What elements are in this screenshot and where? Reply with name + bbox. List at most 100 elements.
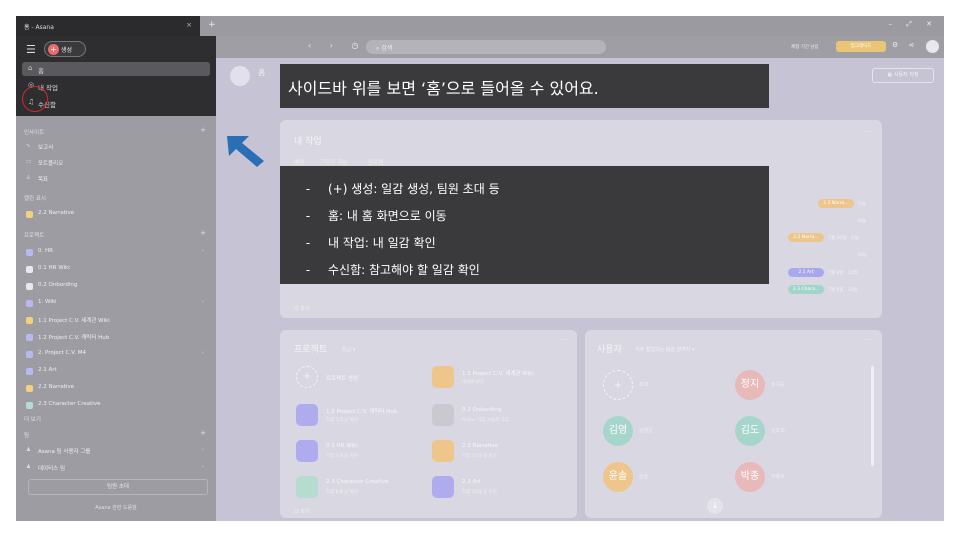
sidebar-item-my-tasks[interactable]: ◎ 내 작업: [22, 79, 210, 93]
create-project-button[interactable]: + 프로젝트 생성: [296, 366, 436, 392]
project-name: 1.2 Project C.V. 캐릭터 Hub: [326, 409, 398, 415]
sidebar-item-label: Asana 팀 사용자 그룹: [38, 449, 91, 455]
window-controls[interactable]: – ⤢ ✕: [889, 20, 938, 29]
chevron-right-icon[interactable]: ›: [202, 248, 204, 254]
chevron-right-icon[interactable]: ›: [202, 350, 204, 356]
folder-icon: [26, 249, 33, 256]
users-filter[interactable]: 자주 협업하는 팀원 참여자 ▾: [635, 346, 694, 353]
sidebar-item-portfolio[interactable]: ▭ 포트폴리오: [26, 159, 206, 169]
sidebar-item-inbox[interactable]: ♫ 수신함: [22, 96, 210, 110]
user-item[interactable]: 김영 김영준: [603, 416, 703, 446]
sidebar-project-item[interactable]: 0. HR ›: [26, 248, 206, 258]
chevron-right-icon[interactable]: ›: [202, 299, 204, 305]
more-options-icon[interactable]: ···: [865, 128, 872, 136]
settings-icons[interactable]: ⚙ ⋖: [892, 41, 918, 49]
user-item[interactable]: 김도 김도희: [735, 416, 835, 446]
task-project-pill[interactable]: 2.2 Narra...: [818, 199, 854, 208]
invite-teammates-button[interactable]: 팀원 초대: [28, 479, 208, 495]
user-name: 김도희: [771, 428, 785, 434]
project-item[interactable]: 1.2 Project C.V. 캐릭터 Hub 작업 1개 곧 마감: [296, 404, 436, 430]
project-item[interactable]: 2.3 Character Creative 작업 6개 곧 마감: [296, 476, 436, 502]
project-item[interactable]: 0.2 Onbording Asana 작업 사용자 그룹: [432, 404, 572, 430]
tab-title: 홈 - Asana: [24, 24, 54, 31]
project-color-icon: [26, 402, 33, 409]
task-project-pill[interactable]: 2.1 Art: [788, 268, 824, 277]
more-options-icon[interactable]: ···: [865, 336, 872, 344]
sidebar-project-item[interactable]: 0.2 Onbording: [26, 282, 206, 292]
sidebar-item-label: 1. Wiki: [38, 299, 57, 305]
sidebar-project-item[interactable]: 1. Wiki ›: [26, 299, 206, 309]
projects-title: 프로젝트: [294, 345, 328, 355]
sidebar-project-item[interactable]: 2.1 Art: [26, 367, 206, 377]
project-item[interactable]: 0.1 HR Wiki 작업 1개 곧 마감: [296, 440, 436, 466]
sidebar-project-item[interactable]: 1.1 Project C.V. 세계관 Wiki: [26, 316, 206, 326]
project-item[interactable]: 2.2 Narrative 작업 10개 곧 마감: [432, 440, 572, 466]
top-bar: ‹ › ◷ ⌕ 검색 체험 기간 남음 업그레이드 ⚙ ⋖: [216, 36, 944, 58]
history-nav-icons[interactable]: ‹ › ◷: [308, 41, 366, 50]
chart-icon: ∿: [26, 143, 31, 149]
tutorial-bullet: - (+) 생성: 일감 생성, 팀원 초대 등: [288, 180, 769, 207]
chevron-right-icon[interactable]: ›: [202, 464, 204, 470]
projects-card: 프로젝트 최근 ▾ ··· + 프로젝트 생성 1.1 Project C.V.…: [280, 330, 577, 518]
user-item[interactable]: 윤솔 윤솔: [603, 462, 703, 492]
tab-overdue[interactable]: 기한이 지남: [320, 158, 347, 166]
upgrade-button[interactable]: 업그레이드: [836, 41, 886, 52]
invite-label: 팀원 초대: [107, 484, 129, 490]
sidebar-item-goals[interactable]: ♙ 목표: [26, 175, 206, 185]
folder-icon: ▭: [26, 159, 32, 165]
create-button[interactable]: + 생성: [44, 41, 86, 57]
search-placeholder: 검색: [381, 45, 393, 52]
sidebar-project-item[interactable]: 2. Project C.V. M4 ›: [26, 350, 206, 360]
scrollbar[interactable]: [871, 366, 874, 466]
sidebar-item-favorite[interactable]: 2.2 Narrative: [26, 210, 206, 220]
scroll-down-icon[interactable]: ↓: [707, 498, 723, 514]
project-tile-icon: [296, 476, 318, 498]
show-more-link[interactable]: 더 보기: [294, 305, 309, 312]
sidebar-project-item[interactable]: 2.3 Character Creative: [26, 401, 206, 411]
project-name: 프로젝트 생성: [326, 376, 359, 382]
sidebar-item-label: 2.2 Narrative: [38, 210, 75, 216]
sidebar-item-label: 0.1 HR Wiki: [38, 265, 70, 271]
sidebar-team-item[interactable]: ♟ Asana 팀 사용자 그룹 ›: [26, 447, 206, 457]
help-link[interactable]: Asana 관련 도움말: [16, 504, 216, 511]
customize-button[interactable]: ▦ 사용자 지정: [872, 68, 934, 83]
new-tab-button[interactable]: +: [208, 20, 216, 30]
chevron-right-icon[interactable]: ›: [202, 447, 204, 453]
browser-tab[interactable]: 홈 - Asana ×: [16, 16, 200, 36]
project-name: 2.2 Narrative: [462, 443, 499, 449]
projects-filter[interactable]: 최근 ▾: [342, 346, 355, 353]
tab-completed[interactable]: 완료됨: [368, 158, 383, 166]
sidebar-team-item[interactable]: ♟ 데이터스 팀 ›: [26, 464, 206, 474]
highlight-ring: [22, 86, 48, 112]
project-color-icon: [26, 283, 33, 290]
tutorial-title: 사이드바 위를 보면 ‘홈’으로 들어올 수 있어요.: [288, 79, 599, 98]
add-project-icon[interactable]: +: [200, 229, 206, 237]
plus-icon: +: [296, 366, 318, 388]
user-item[interactable]: 박종 박종호: [735, 462, 835, 492]
add-team-icon[interactable]: +: [200, 429, 206, 437]
invite-user-button[interactable]: + 초대: [603, 370, 703, 400]
user-item[interactable]: 정지 정지윤: [735, 370, 835, 400]
search-input[interactable]: ⌕ 검색: [366, 40, 606, 54]
bullet-dash: -: [305, 236, 311, 250]
sidebar-project-item[interactable]: 2.2 Narrative: [26, 384, 206, 394]
close-tab-icon[interactable]: ×: [186, 21, 192, 29]
sidebar-project-item[interactable]: 1.2 Project C.V. 캐릭터 Hub: [26, 333, 206, 343]
project-meta: 작업 6개 곧 마감: [326, 490, 358, 495]
task-project-pill[interactable]: 2.2 Narra...: [788, 233, 824, 242]
show-more-link[interactable]: 더 보기: [294, 508, 309, 515]
show-more-link[interactable]: 더 보기: [24, 415, 41, 423]
project-meta: 작업 14개 곧 마감: [462, 490, 497, 495]
avatar[interactable]: [926, 40, 939, 53]
team-header: 팀: [24, 433, 30, 439]
more-options-icon[interactable]: ···: [560, 336, 567, 344]
project-item[interactable]: 1.1 Project C.V. 세계관 Wiki 네이버 보관: [432, 366, 572, 392]
sidebar-item-label: 2.1 Art: [38, 367, 57, 373]
sidebar-item-reports[interactable]: ∿ 보고서: [26, 143, 206, 153]
add-insight-icon[interactable]: +: [200, 126, 206, 134]
menu-icon[interactable]: ☰: [26, 43, 36, 56]
sidebar-item-home[interactable]: ⌂ 홈: [22, 62, 210, 76]
sidebar-project-item[interactable]: 0.1 HR Wiki: [26, 265, 206, 275]
task-project-pill[interactable]: 2.3 Chara...: [788, 285, 824, 294]
project-item[interactable]: 2.1 Art 작업 14개 곧 마감: [432, 476, 572, 502]
